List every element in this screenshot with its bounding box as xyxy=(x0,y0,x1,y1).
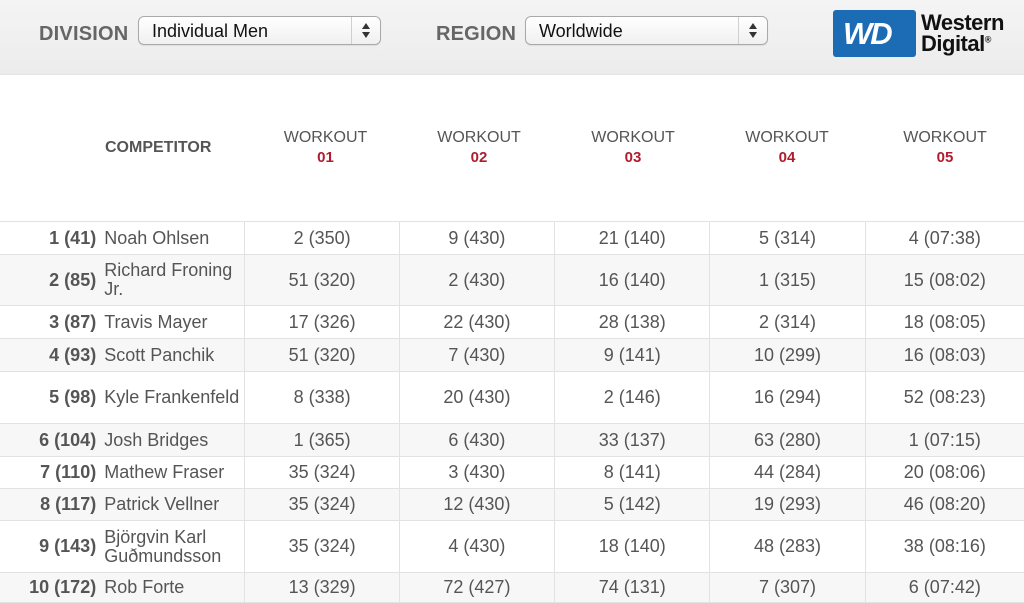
score-cell: 16 (140) xyxy=(554,254,710,306)
table-row: 6 (104) Josh Bridges 1 (365) 6 (430) 33 (137… xyxy=(0,423,1024,457)
score-cell: 44 (284) xyxy=(709,456,866,489)
score-cell: 35 (324) xyxy=(244,456,400,489)
score-cell: 5 (142) xyxy=(554,488,710,521)
score-cell: 1 (365) xyxy=(244,423,400,457)
competitor-header: COMPETITOR xyxy=(105,139,212,156)
score-cell: 46 (08:20) xyxy=(864,488,1024,521)
leaderboard-table: 1 (41) Noah Ohlsen 2 (350) 9 (430) 21 (140) 5… xyxy=(0,221,1024,603)
region-select-value: Worldwide xyxy=(539,21,623,41)
table-row: 9 (143) Björgvin Karl Guðmundsson 35 (324)… xyxy=(0,520,1024,573)
competitor-name-link[interactable]: Travis Mayer xyxy=(104,312,244,332)
score-cell: 16 (294) xyxy=(709,371,866,424)
competitor-name-link[interactable]: Björgvin Karl Guðmundsson xyxy=(104,527,244,566)
rank-cell: 9 (143) xyxy=(0,520,105,573)
wd-badge-icon: WD xyxy=(833,10,916,57)
score-cell: 10 (299) xyxy=(709,338,866,372)
competitor-name-link[interactable]: Mathew Fraser xyxy=(104,463,244,482)
score-cell: 1 (315) xyxy=(709,254,866,306)
score-cell: 4 (430) xyxy=(398,520,555,573)
score-cell: 4 (07:38) xyxy=(864,221,1024,255)
competitor-name-link[interactable]: Josh Bridges xyxy=(104,430,244,450)
score-cell: 72 (427) xyxy=(398,572,555,603)
score-cell: 19 (293) xyxy=(709,488,866,521)
score-cell: 2 (314) xyxy=(709,305,866,339)
table-row: 4 (93) Scott Panchik 51 (320) 7 (430) 9 (141… xyxy=(0,338,1024,372)
workout-header-02[interactable]: WORKOUT 02 xyxy=(402,129,556,166)
score-cell: 74 (131) xyxy=(554,572,710,603)
rank-cell: 1 (41) xyxy=(0,221,105,255)
score-cell: 8 (338) xyxy=(244,371,400,424)
score-cell: 18 (08:05) xyxy=(864,305,1024,339)
select-arrows-icon xyxy=(351,17,380,44)
western-digital-logo: WD Western Digital® xyxy=(833,10,1018,58)
score-cell: 2 (146) xyxy=(554,371,710,424)
table-row: 1 (41) Noah Ohlsen 2 (350) 9 (430) 21 (140) 5… xyxy=(0,221,1024,255)
score-cell: 17 (326) xyxy=(244,305,400,339)
score-cell: 8 (141) xyxy=(554,456,710,489)
filter-bar: DIVISION Individual Men REGION Worldwide… xyxy=(0,0,1024,75)
score-cell: 2 (430) xyxy=(398,254,555,306)
score-cell: 22 (430) xyxy=(398,305,555,339)
competitor-name-link[interactable]: Richard Froning Jr. xyxy=(104,261,244,299)
score-cell: 15 (08:02) xyxy=(864,254,1024,306)
competitor-name-link[interactable]: Scott Panchik xyxy=(104,345,244,365)
score-cell: 33 (137) xyxy=(554,423,710,457)
rank-cell: 7 (110) xyxy=(0,456,105,489)
division-select[interactable]: Individual Men xyxy=(138,16,381,45)
score-cell: 16 (08:03) xyxy=(864,338,1024,372)
region-label: REGION xyxy=(436,23,517,45)
score-cell: 63 (280) xyxy=(709,423,866,457)
score-cell: 35 (324) xyxy=(244,520,400,573)
table-row: 3 (87) Travis Mayer 17 (326) 22 (430) 28 (13… xyxy=(0,305,1024,339)
score-cell: 28 (138) xyxy=(554,305,710,339)
region-select[interactable]: Worldwide xyxy=(525,16,768,45)
table-row: 5 (98) Kyle Frankenfeld 8 (338) 20 (430) 2 (… xyxy=(0,371,1024,424)
score-cell: 7 (307) xyxy=(709,572,866,603)
rank-cell: 3 (87) xyxy=(0,305,105,339)
competitor-name-link[interactable]: Noah Ohlsen xyxy=(104,228,244,248)
score-cell: 35 (324) xyxy=(244,488,400,521)
score-cell: 20 (430) xyxy=(398,371,555,424)
score-cell: 2 (350) xyxy=(244,221,400,255)
score-cell: 52 (08:23) xyxy=(864,371,1024,424)
workout-header-03[interactable]: WORKOUT 03 xyxy=(556,129,710,166)
rank-cell: 8 (117) xyxy=(0,488,105,521)
score-cell: 18 (140) xyxy=(554,520,710,573)
division-select-value: Individual Men xyxy=(152,21,269,41)
table-row: 8 (117) Patrick Vellner 35 (324) 12 (430) 5 … xyxy=(0,488,1024,521)
score-cell: 12 (430) xyxy=(398,488,555,521)
score-cell: 51 (320) xyxy=(244,338,400,372)
score-cell: 9 (141) xyxy=(554,338,710,372)
competitor-name-link[interactable]: Rob Forte xyxy=(104,578,244,597)
score-cell: 38 (08:16) xyxy=(864,520,1024,573)
table-row: 7 (110) Mathew Fraser 35 (324) 3 (430) 8 (14… xyxy=(0,456,1024,489)
score-cell: 1 (07:15) xyxy=(864,423,1024,457)
score-cell: 3 (430) xyxy=(398,456,555,489)
rank-cell: 6 (104) xyxy=(0,423,105,457)
competitor-name-link[interactable]: Patrick Vellner xyxy=(104,495,244,514)
division-label: DIVISION xyxy=(39,23,129,45)
rank-cell: 10 (172) xyxy=(0,572,105,603)
score-cell: 48 (283) xyxy=(709,520,866,573)
select-arrows-icon xyxy=(738,17,767,44)
score-cell: 51 (320) xyxy=(244,254,400,306)
score-cell: 6 (07:42) xyxy=(864,572,1024,603)
score-cell: 20 (08:06) xyxy=(864,456,1024,489)
score-cell: 13 (329) xyxy=(244,572,400,603)
table-row: 10 (172) Rob Forte 13 (329) 72 (427) 74 (131… xyxy=(0,572,1024,603)
workout-header-05[interactable]: WORKOUT 05 xyxy=(866,129,1024,166)
workout-header-04[interactable]: WORKOUT 04 xyxy=(710,129,864,166)
score-cell: 21 (140) xyxy=(554,221,710,255)
rank-cell: 2 (85) xyxy=(0,254,105,306)
workout-header-01[interactable]: WORKOUT 01 xyxy=(249,129,402,166)
rank-cell: 5 (98) xyxy=(0,371,105,424)
score-cell: 5 (314) xyxy=(709,221,866,255)
score-cell: 9 (430) xyxy=(398,221,555,255)
rank-cell: 4 (93) xyxy=(0,338,105,372)
table-row: 2 (85) Richard Froning Jr. 51 (320) 2 (430)… xyxy=(0,254,1024,306)
score-cell: 6 (430) xyxy=(398,423,555,457)
competitor-name-link[interactable]: Kyle Frankenfeld xyxy=(104,388,244,407)
score-cell: 7 (430) xyxy=(398,338,555,372)
